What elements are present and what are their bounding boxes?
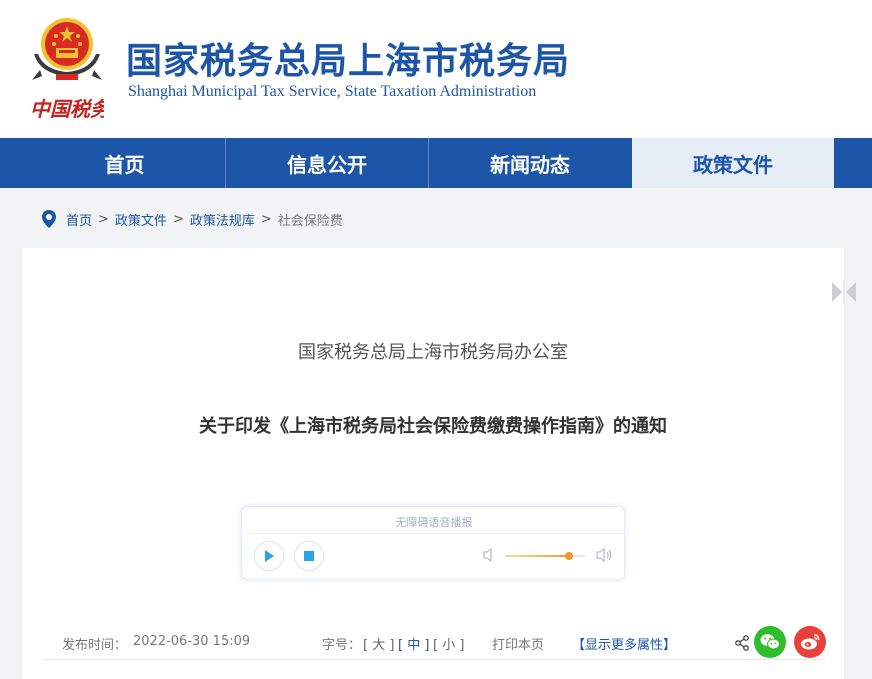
- play-icon: [265, 550, 274, 562]
- nav-home[interactable]: 首页: [24, 138, 225, 188]
- site-header: 中国税务 国家税务总局上海市税务局 Shanghai Municipal Tax…: [0, 0, 872, 138]
- article-meta-bar: 发布时间： 2022-06-30 15:09 字号： [ 大 ] [ 中 ] […: [42, 626, 826, 660]
- player-divider: [242, 533, 626, 534]
- stop-icon: [304, 551, 314, 561]
- font-size-label: 字号：: [322, 638, 362, 653]
- breadcrumb-policy-documents[interactable]: 政策文件: [115, 210, 167, 229]
- publish-time: 2022-06-30 15:09: [133, 634, 251, 649]
- wechat-share-icon[interactable]: [754, 626, 786, 658]
- publish-label: 发布时间：: [62, 638, 128, 653]
- show-more-attributes-link[interactable]: 【显示更多属性】: [572, 634, 676, 653]
- china-tax-logo-script: 中国税务: [30, 97, 104, 121]
- nav-policy-documents[interactable]: 政策文件: [632, 138, 834, 188]
- nav-info-disclosure[interactable]: 信息公开: [226, 138, 428, 188]
- font-size-medium-button[interactable]: [ 中 ]: [398, 634, 429, 653]
- accessibility-audio-player: 无障碍语音播报: [241, 506, 626, 580]
- svg-text:中国税务: 中国税务: [30, 97, 104, 121]
- breadcrumb-policy-library[interactable]: 政策法规库: [190, 210, 255, 229]
- volume-knob[interactable]: [565, 552, 573, 560]
- national-emblem-icon: [32, 18, 102, 80]
- volume-slider[interactable]: [505, 552, 585, 560]
- stop-button[interactable]: [294, 541, 324, 571]
- volume-fill: [505, 555, 569, 557]
- breadcrumb-separator: >: [260, 211, 272, 227]
- player-label: 无障碍语音播报: [395, 516, 473, 529]
- main-nav: 首页 信息公开 新闻动态 政策文件: [0, 138, 872, 188]
- volume-high-icon[interactable]: [595, 547, 613, 563]
- collapse-sidebar-icon[interactable]: [830, 280, 858, 304]
- font-size-large-button[interactable]: [ 大 ]: [363, 634, 394, 653]
- breadcrumb-current: 社会保险费: [277, 213, 343, 229]
- weibo-logo-icon: [801, 634, 820, 650]
- play-button[interactable]: [254, 541, 284, 571]
- share-icon[interactable]: [734, 635, 750, 651]
- location-pin-icon: [42, 210, 56, 228]
- nav-news[interactable]: 新闻动态: [429, 138, 631, 188]
- font-size-small-button[interactable]: [ 小 ]: [433, 634, 464, 653]
- weibo-share-icon[interactable]: [794, 626, 826, 658]
- breadcrumb-home[interactable]: 首页: [66, 210, 92, 229]
- breadcrumb: 首页 > 政策文件 > 政策法规库 > 社会保险费: [42, 208, 343, 230]
- print-page-link[interactable]: 打印本页: [492, 634, 544, 653]
- article-issuer: 国家税务总局上海市税务局办公室: [298, 342, 568, 363]
- site-subtitle: Shanghai Municipal Tax Service, State Ta…: [128, 83, 537, 100]
- breadcrumb-separator: >: [172, 211, 184, 227]
- breadcrumb-separator: >: [98, 211, 109, 227]
- site-title: 国家税务总局上海市税务局: [126, 41, 571, 82]
- article-card: [22, 248, 844, 679]
- wechat-logo-icon: [760, 634, 780, 650]
- article-title: 关于印发《上海市税务局社会保险费缴费操作指南》的通知: [199, 416, 667, 437]
- volume-low-icon[interactable]: [482, 547, 498, 563]
